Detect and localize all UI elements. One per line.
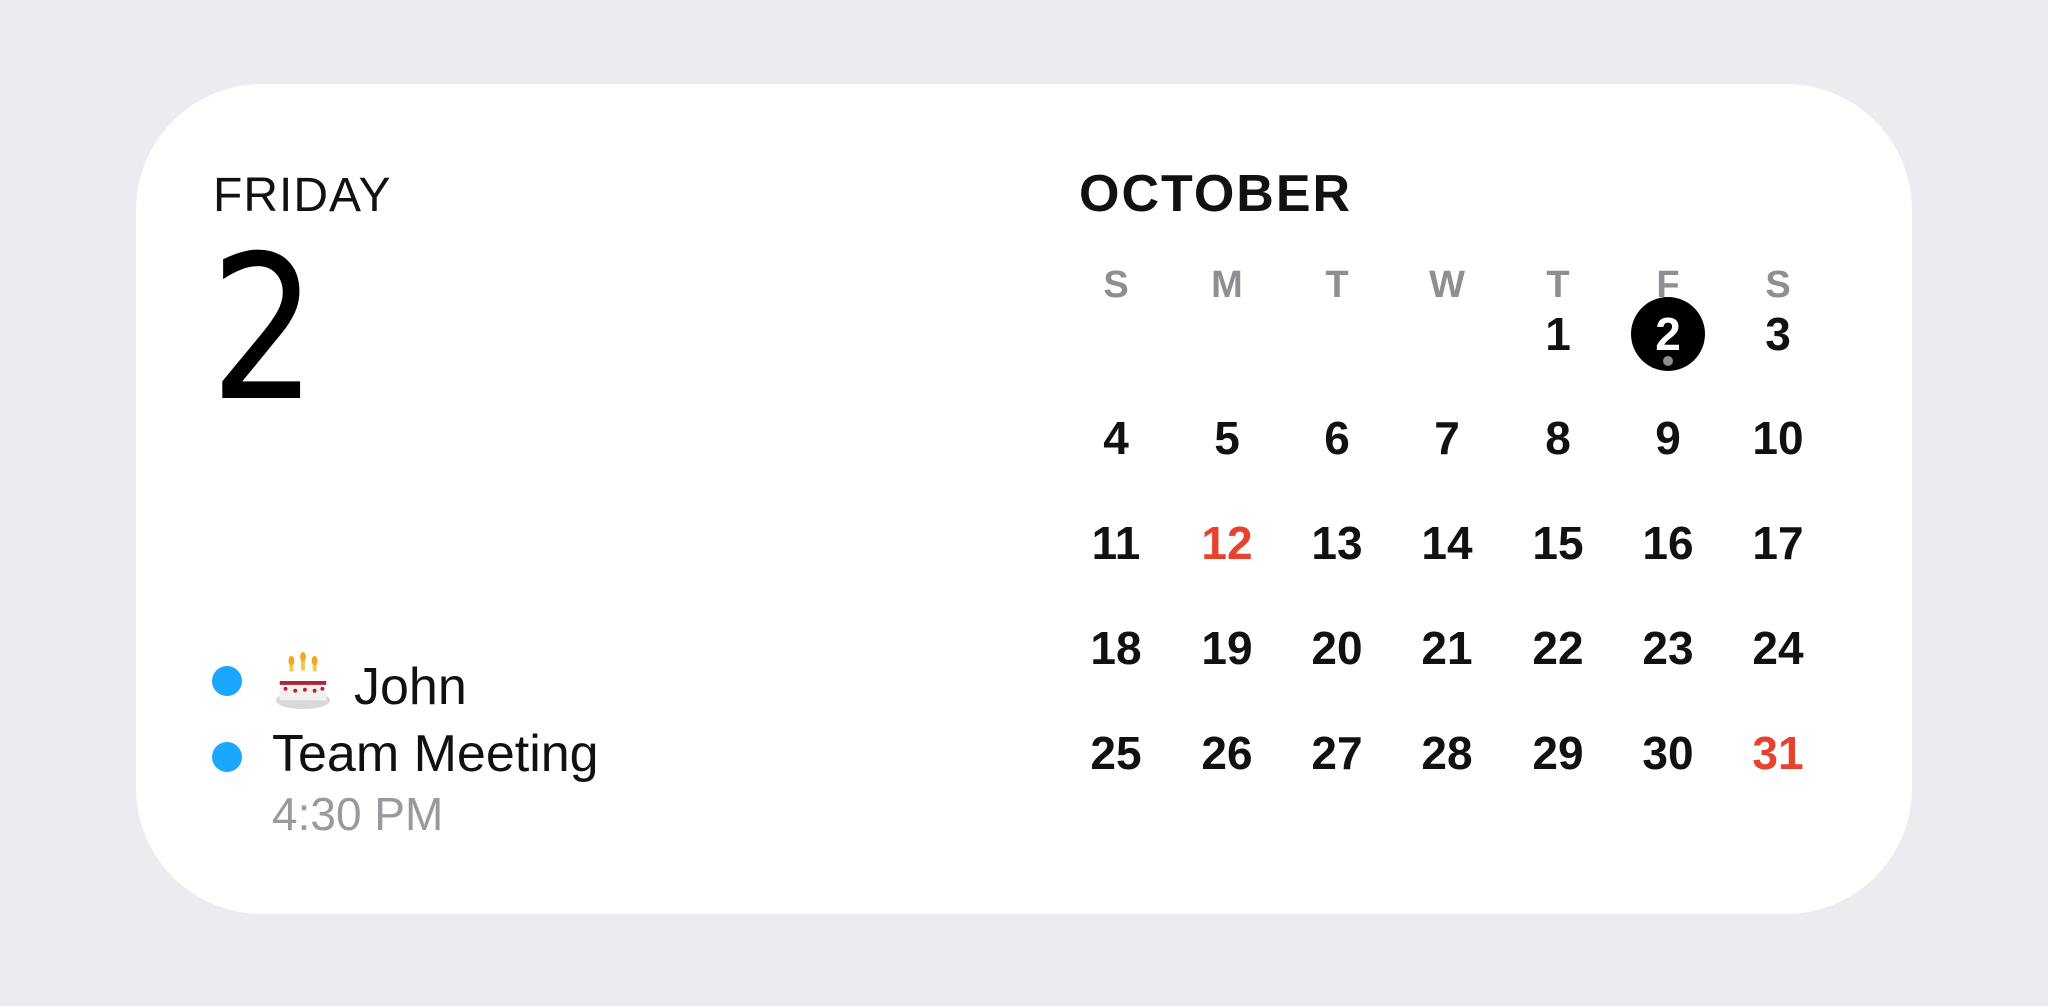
day-cell[interactable]: 31 <box>1733 723 1823 783</box>
weekday-label: S <box>1103 264 1129 306</box>
day-number-label: 2 <box>1655 308 1681 360</box>
weekday-label: W <box>1429 264 1465 306</box>
day-cell-today[interactable]: 2 <box>1623 297 1713 371</box>
day-cell[interactable]: 3 <box>1733 304 1823 364</box>
day-cell[interactable]: 8 <box>1513 408 1603 468</box>
day-cell[interactable]: 18 <box>1071 618 1161 678</box>
day-cell[interactable]: 24 <box>1733 618 1823 678</box>
day-cell[interactable]: 1 <box>1513 304 1603 364</box>
day-cell[interactable]: 20 <box>1292 618 1382 678</box>
birthday-cake-icon <box>275 651 331 710</box>
day-cell[interactable]: 4 <box>1071 408 1161 468</box>
day-cell[interactable]: 10 <box>1733 408 1823 468</box>
day-cell[interactable]: 6 <box>1292 408 1382 468</box>
day-cell[interactable]: 13 <box>1292 513 1382 573</box>
event-indicator-dot <box>1663 356 1673 366</box>
weekday-label: M <box>1211 264 1243 306</box>
day-cell[interactable]: 7 <box>1402 408 1492 468</box>
day-cell[interactable]: 27 <box>1292 723 1382 783</box>
day-cell[interactable]: 23 <box>1623 618 1713 678</box>
day-cell[interactable]: 22 <box>1513 618 1603 678</box>
day-cell[interactable]: 26 <box>1182 723 1272 783</box>
event-time: 4:30 PM <box>272 788 444 840</box>
day-number: 2 <box>210 213 317 446</box>
event-title: Team Meeting <box>272 725 599 783</box>
weekday-label: T <box>1325 264 1349 306</box>
day-cell[interactable]: 29 <box>1513 723 1603 783</box>
day-cell[interactable]: 25 <box>1071 723 1161 783</box>
day-cell[interactable]: 5 <box>1182 408 1272 468</box>
day-cell[interactable]: 19 <box>1182 618 1272 678</box>
month-title: OCTOBER <box>1079 165 1353 223</box>
day-cell[interactable]: 12 <box>1182 513 1272 573</box>
event-title: John <box>354 658 467 716</box>
day-cell[interactable]: 14 <box>1402 513 1492 573</box>
event-dot <box>212 666 242 696</box>
day-cell[interactable]: 28 <box>1402 723 1492 783</box>
event-dot <box>212 742 242 772</box>
weekday-label: S <box>1765 264 1791 306</box>
weekday-label: T <box>1546 264 1570 306</box>
day-cell[interactable]: 16 <box>1623 513 1713 573</box>
day-cell[interactable]: 11 <box>1071 513 1161 573</box>
day-cell[interactable]: 30 <box>1623 723 1713 783</box>
day-cell[interactable]: 17 <box>1733 513 1823 573</box>
day-cell[interactable]: 9 <box>1623 408 1713 468</box>
day-cell[interactable]: 21 <box>1402 618 1492 678</box>
day-cell[interactable]: 15 <box>1513 513 1603 573</box>
